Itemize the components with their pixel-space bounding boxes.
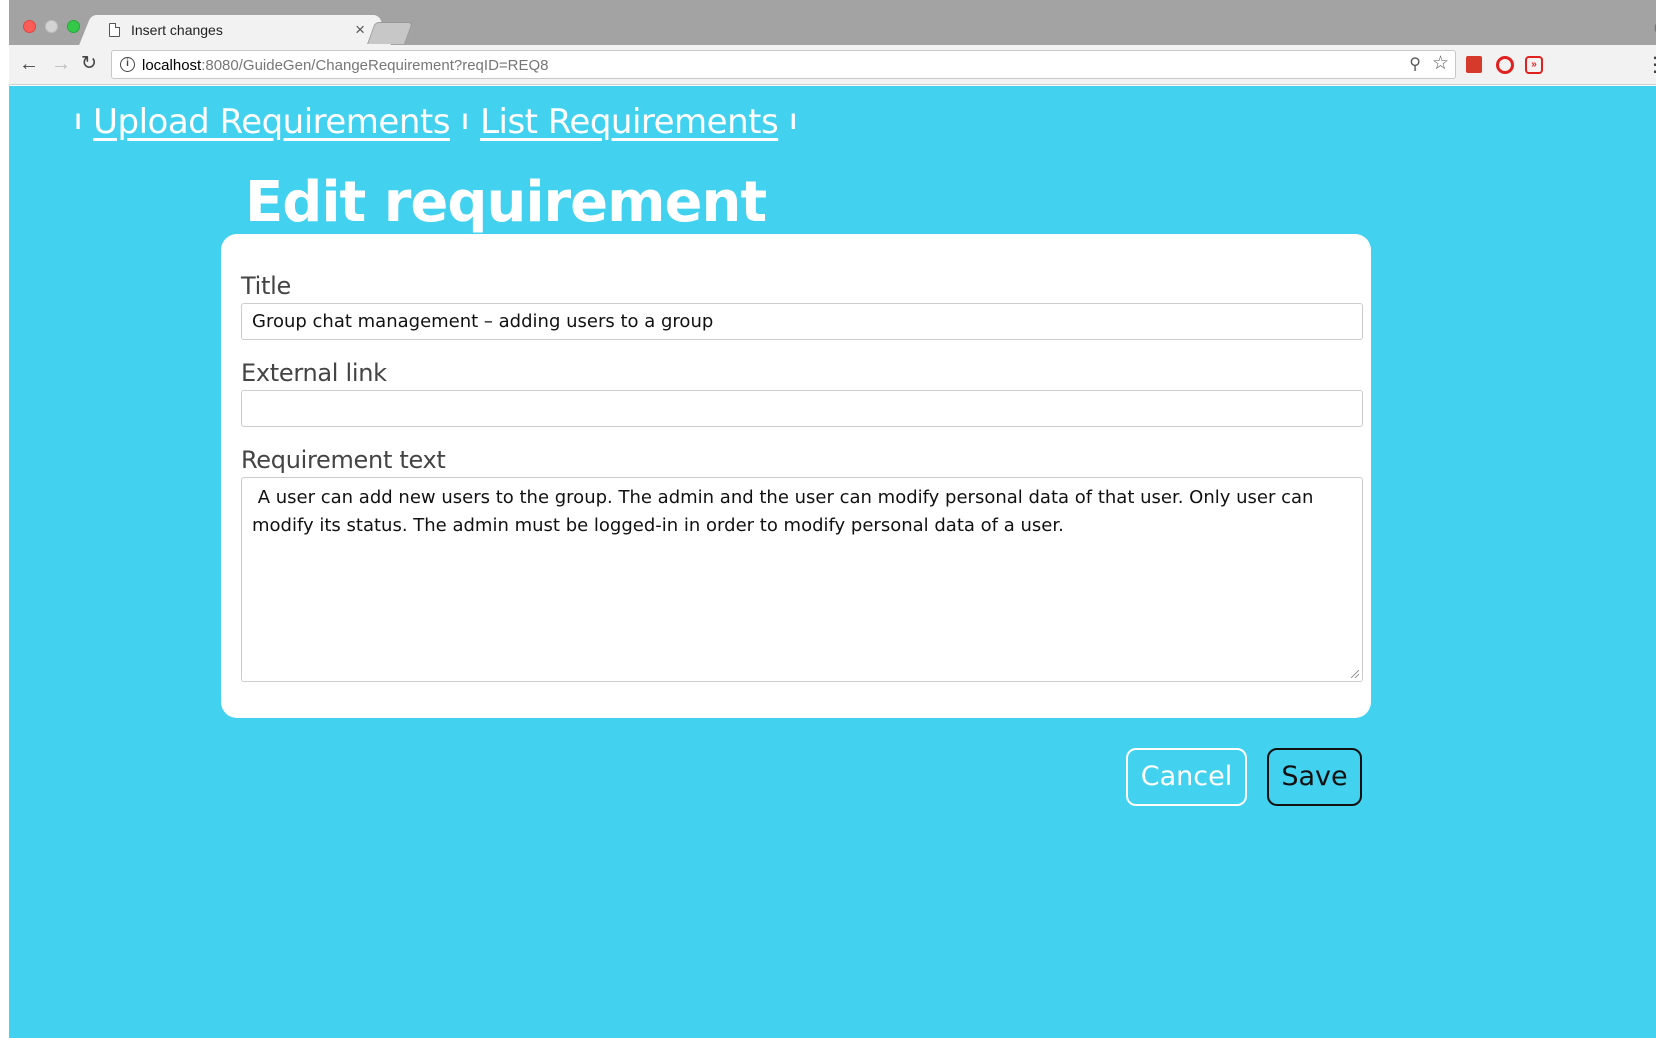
browser-window: Insert changes × e ← → ↻ i localhost:808… (9, 0, 1656, 1038)
tab-insert-changes[interactable]: Insert changes × (95, 15, 375, 46)
tab-strip: Insert changes × e (9, 0, 1656, 46)
browser-toolbar: ← → ↻ i localhost:8080/GuideGen/ChangeRe… (9, 45, 1656, 85)
extension-bookmark-icon[interactable] (1466, 56, 1482, 73)
nav-separator: I (461, 109, 469, 134)
save-button[interactable]: Save (1267, 748, 1362, 806)
extension-opera-icon[interactable] (1496, 56, 1514, 74)
forward-arrow-icon[interactable]: → (51, 53, 71, 75)
page-content: I Upload Requirements I List Requirement… (9, 86, 1656, 1038)
nav-link-list-requirements[interactable]: List Requirements (480, 102, 779, 142)
nav-link-upload-requirements[interactable]: Upload Requirements (93, 102, 450, 142)
back-arrow-icon[interactable]: ← (19, 53, 39, 75)
url-path: :8080/GuideGen/ChangeRequirement?reqID=R… (201, 57, 549, 74)
menu-dots-icon[interactable]: ⋮ (1645, 52, 1656, 77)
info-icon[interactable]: i (120, 57, 135, 72)
nav-separator: I (790, 109, 797, 134)
tab-close-icon[interactable]: × (355, 20, 365, 40)
requirement-text-label: Requirement text (241, 446, 446, 474)
requirement-text-value: A user can add new users to the group. T… (252, 487, 1320, 536)
external-link-input[interactable] (241, 390, 1363, 427)
maximize-window-button[interactable] (67, 20, 80, 33)
edit-form-card: Title Group chat management – adding use… (221, 234, 1371, 718)
top-navigation: I Upload Requirements I List Requirement… (63, 102, 808, 142)
extension-video-icon[interactable]: » (1525, 56, 1543, 74)
reload-icon[interactable]: ↻ (81, 53, 97, 75)
page-icon (109, 23, 120, 37)
url-text[interactable]: localhost:8080/GuideGen/ChangeRequiremen… (142, 57, 549, 74)
tab-title: Insert changes (131, 22, 223, 38)
zoom-icon[interactable]: ⚲ (1409, 54, 1421, 74)
title-label: Title (241, 272, 291, 300)
minimize-window-button[interactable] (45, 20, 58, 33)
external-link-label: External link (241, 359, 387, 387)
bookmark-star-icon[interactable]: ☆ (1432, 52, 1449, 75)
page-title: Edit requirement (245, 170, 767, 235)
url-host: localhost (142, 57, 202, 74)
resize-handle[interactable] (1351, 670, 1359, 678)
title-input[interactable]: Group chat management – adding users to … (241, 303, 1363, 340)
nav-separator: I (75, 109, 82, 134)
cancel-button[interactable]: Cancel (1126, 748, 1247, 806)
close-window-button[interactable] (23, 20, 36, 33)
address-bar[interactable]: i localhost:8080/GuideGen/ChangeRequirem… (111, 50, 1456, 79)
requirement-text-area[interactable]: A user can add new users to the group. T… (241, 477, 1363, 682)
